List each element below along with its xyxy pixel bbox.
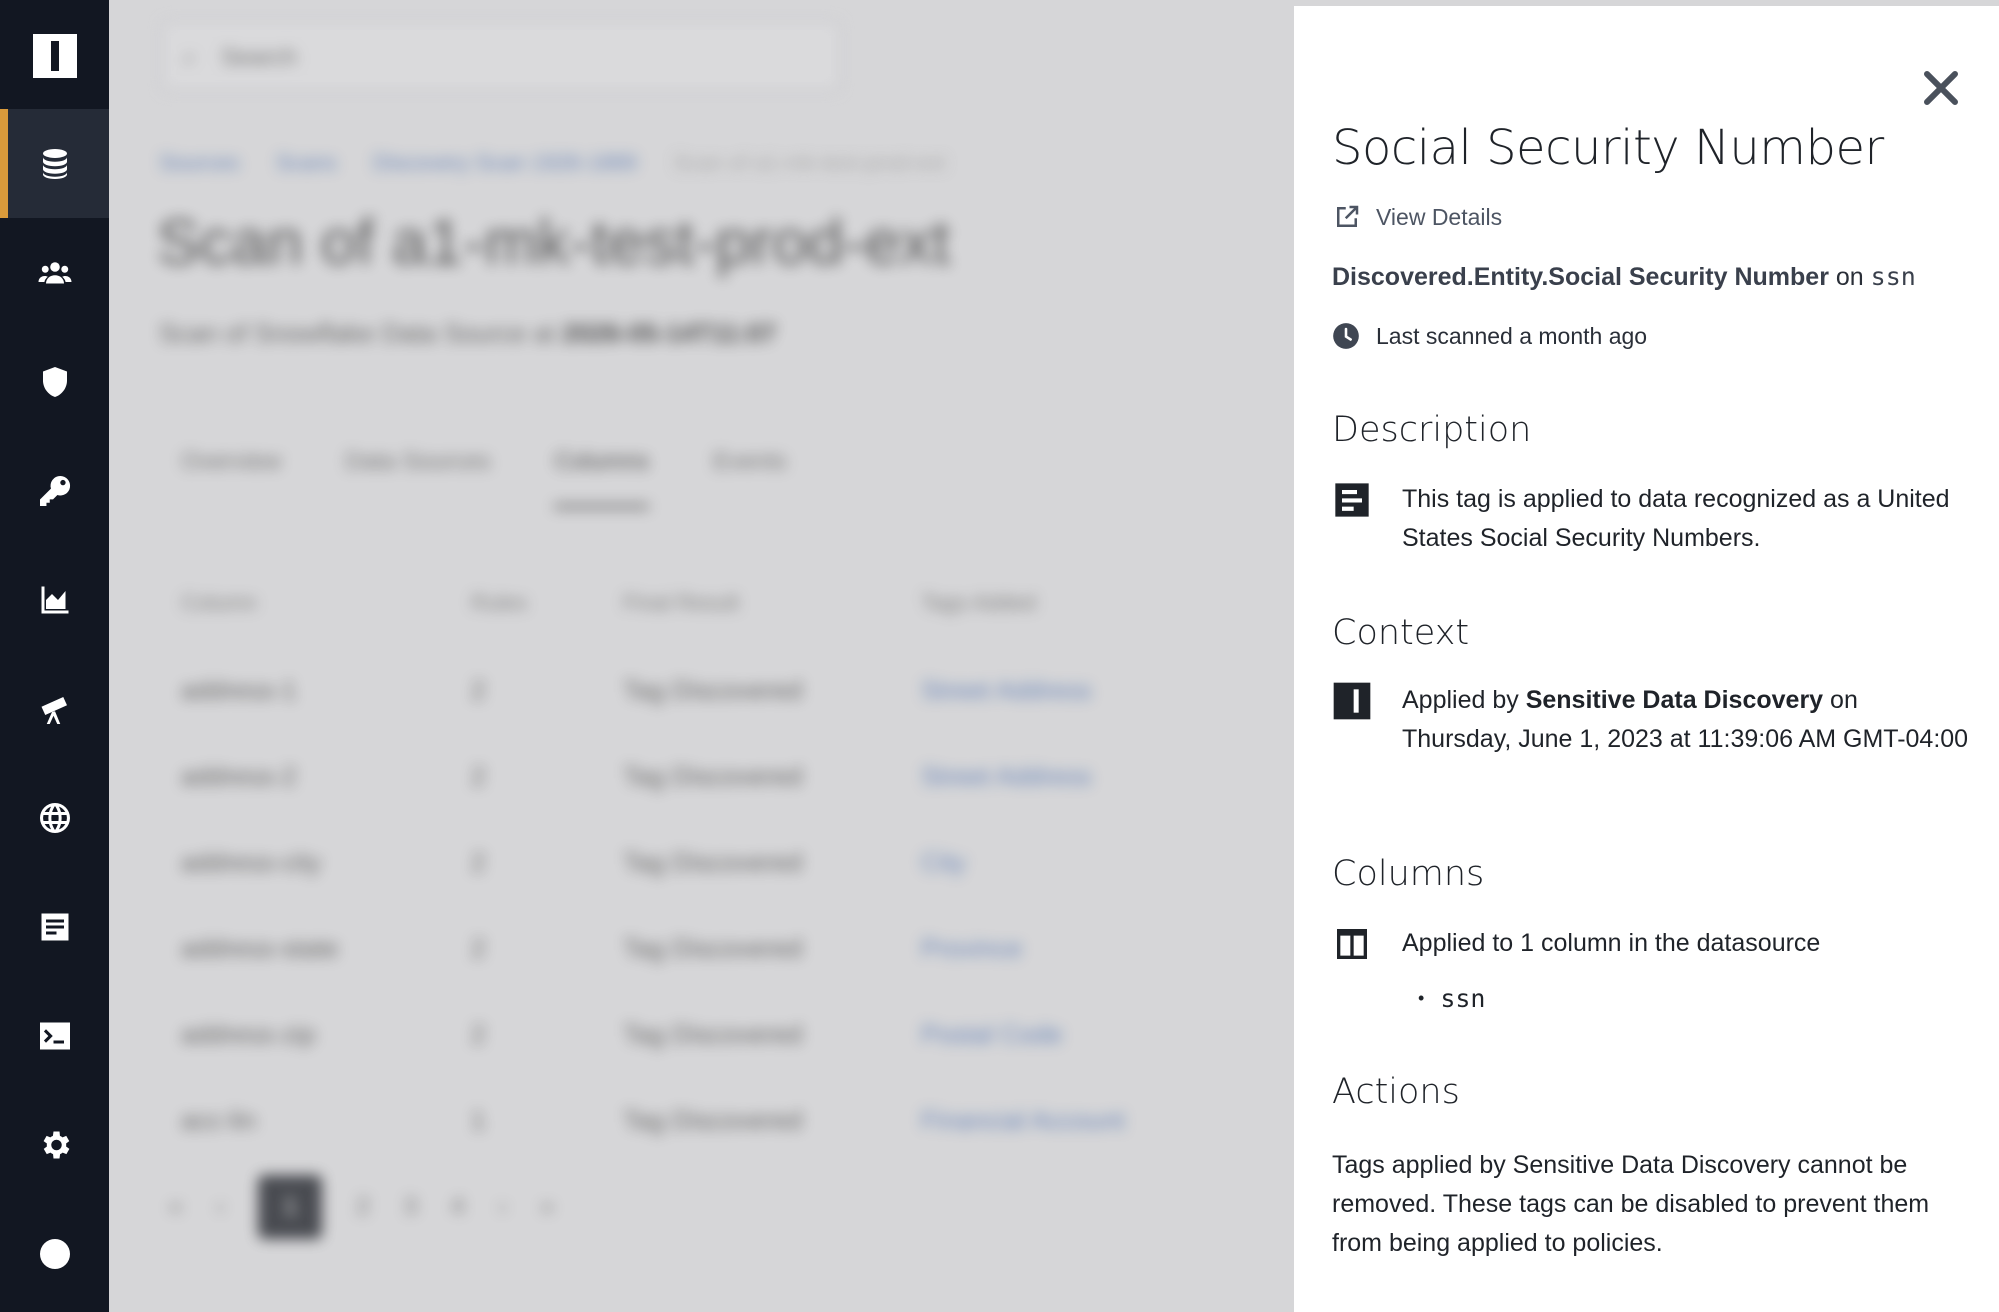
table-row[interactable]: address-2 2 Tag Discovered Street Addres…: [181, 761, 1281, 801]
prev-page-button[interactable]: ‹: [216, 1193, 224, 1221]
scan-tabs: Overview Data Sources Columns Events: [181, 448, 787, 509]
context-heading: Context: [1332, 613, 1470, 653]
database-icon: [42, 148, 67, 179]
search-input[interactable]: ⌕ Search: [161, 20, 841, 92]
description-text: This tag is applied to data recognized a…: [1402, 485, 1950, 552]
entity-column: ssn: [1870, 262, 1916, 291]
view-details-label: View Details: [1376, 203, 1503, 230]
nav-users[interactable]: [0, 218, 109, 327]
nav-expand[interactable]: [0, 1199, 109, 1308]
column-header[interactable]: Rules: [471, 590, 527, 616]
area-chart-icon: [41, 586, 68, 613]
last-page-button[interactable]: »: [540, 1193, 553, 1221]
breadcrumb: Sources Scans Discovery Scan 1926-1889 S…: [159, 150, 946, 176]
users-icon: [38, 261, 71, 283]
page-3-button[interactable]: 3: [404, 1193, 417, 1221]
breadcrumb-sources[interactable]: Sources: [159, 150, 240, 176]
nav-data-sources[interactable]: [0, 109, 109, 218]
breadcrumb-current: Scan of a1-mk-test-prod-ext: [673, 150, 946, 175]
first-page-button[interactable]: «: [169, 1193, 182, 1221]
close-icon: [1924, 71, 1958, 105]
breadcrumb-scans[interactable]: Scans: [276, 150, 337, 176]
entity-line: Discovered.Entity.Social Security Number…: [1332, 262, 1916, 291]
background-scan-page: ⌕ Search Sources Scans Discovery Scan 19…: [109, 0, 1294, 1312]
table-row[interactable]: acc-lin 1 Tag Discovered Financial Accou…: [181, 1105, 1281, 1145]
notes-icon: [41, 913, 68, 940]
context-text: Applied by Sensitive Data Discovery on T…: [1402, 686, 1969, 753]
external-link-icon: [1337, 205, 1359, 227]
column-header[interactable]: Column: [181, 590, 257, 616]
app-logo[interactable]: [33, 34, 77, 78]
column-header[interactable]: Final Result: [623, 590, 739, 616]
tag-details-drawer: Social Security Number View Details Disc…: [1294, 6, 1999, 1312]
telescope-icon: [41, 696, 67, 724]
columns-icon: [1337, 929, 1367, 959]
last-scanned: Last scanned a month ago: [1332, 322, 1647, 350]
notes-icon: [1335, 483, 1369, 517]
actions-heading: Actions: [1332, 1072, 1460, 1112]
key-icon: [39, 475, 70, 506]
tab-overview[interactable]: Overview: [181, 448, 281, 509]
tag-title: Social Security Number: [1332, 120, 1884, 176]
main-sidebar: [0, 0, 109, 1312]
globe-icon: [39, 802, 70, 833]
page-subtitle: Scan of Snowflake Data Source at 2026-05…: [159, 318, 777, 348]
gear-icon: [43, 1131, 69, 1158]
tab-events[interactable]: Events: [713, 448, 786, 509]
table-row[interactable]: address-state 2 Tag Discovered Province: [181, 933, 1281, 973]
view-details-link[interactable]: View Details: [1332, 202, 1502, 232]
pagination: « ‹ 1 2 3 4 › »: [169, 1175, 554, 1239]
breadcrumb-discovery-scan[interactable]: Discovery Scan 1926-1889: [373, 150, 637, 176]
table-row[interactable]: address-city 2 Tag Discovered City: [181, 847, 1281, 887]
page-1-button[interactable]: 1: [258, 1175, 323, 1239]
page-4-button[interactable]: 4: [451, 1193, 464, 1221]
nav-keys[interactable]: [0, 436, 109, 545]
entity-name: Discovered.Entity.Social Security Number: [1332, 263, 1829, 291]
page-2-button[interactable]: 2: [356, 1193, 369, 1221]
nav-notes[interactable]: [0, 872, 109, 981]
tab-data-sources[interactable]: Data Sources: [345, 448, 490, 509]
table-row[interactable]: address-1 2 Tag Discovered Street Addres…: [181, 675, 1281, 715]
nav-settings[interactable]: [0, 1090, 109, 1199]
shield-icon: [42, 366, 67, 397]
context-source: Sensitive Data Discovery: [1525, 686, 1824, 714]
columns-heading: Columns: [1332, 854, 1485, 894]
sdd-logo-icon: [1333, 682, 1371, 720]
page-title: Scan of a1-mk-test-prod-ext: [157, 206, 951, 278]
nav-global[interactable]: [0, 763, 109, 872]
clock-icon: [1333, 323, 1359, 349]
columns-text: Applied to 1 column in the datasource: [1402, 929, 1821, 957]
nav-terminal[interactable]: [0, 981, 109, 1090]
actions-text: Tags applied by Sensitive Data Discovery…: [1332, 1151, 1930, 1257]
nav-discovery[interactable]: [0, 654, 109, 763]
arrow-right-circle-icon: [39, 1238, 70, 1269]
close-button[interactable]: [1917, 64, 1965, 112]
terminal-icon: [39, 1022, 70, 1049]
nav-policies[interactable]: [0, 327, 109, 436]
column-list-item: • ssn: [1418, 984, 1486, 1013]
tab-columns[interactable]: Columns: [554, 448, 650, 509]
nav-audit[interactable]: [0, 545, 109, 654]
column-header[interactable]: Tags Added: [921, 590, 1036, 616]
next-page-button[interactable]: ›: [498, 1193, 506, 1221]
search-icon: ⌕: [183, 44, 197, 71]
table-row[interactable]: address-zip 2 Tag Discovered Postal Code: [181, 1019, 1281, 1059]
description-heading: Description: [1332, 410, 1532, 450]
